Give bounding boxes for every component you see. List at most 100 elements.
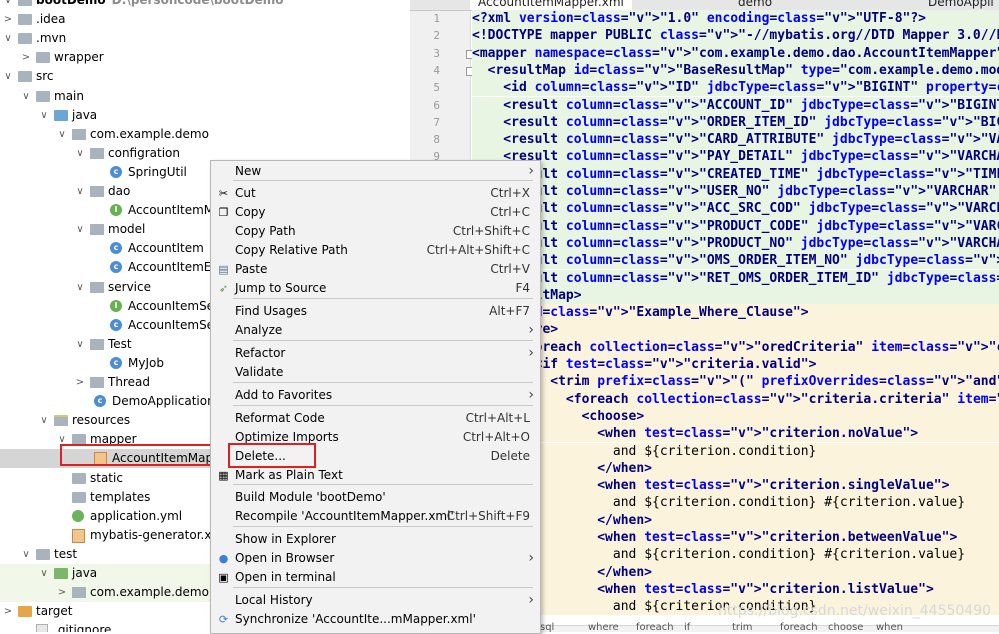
menu-item[interactable]: Copy Path Ctrl+Shift+C <box>211 222 540 241</box>
code-line[interactable]: <when test=class="v">"criterion.listValu… <box>472 580 999 599</box>
menu-item[interactable]: Find Usages Alt+F7 <box>211 302 540 321</box>
chevron-right-icon[interactable]: > <box>74 373 86 392</box>
code-line[interactable]: and ${criterion.condition} #{criterion.v… <box>472 494 999 512</box>
menu-item[interactable]: ● Open in Browser › <box>211 549 540 568</box>
chevron-right-icon[interactable]: > <box>20 48 32 67</box>
tree-item[interactable]: ∨ bootDemo D:\personcode\bootDemo <box>0 0 410 10</box>
code-line[interactable]: <foreach collection=class="v">"oredCrite… <box>472 338 999 356</box>
code-line[interactable]: <result column=class="v">"ORDER_ITEM_ID"… <box>472 113 999 132</box>
code-line[interactable]: </when> <box>472 459 999 478</box>
code-area[interactable]: <?xml version=class="v">"1.0" encoding=c… <box>472 10 999 625</box>
code-line[interactable]: <if test=class="v">"criteria.valid"> <box>472 356 999 374</box>
menu-item[interactable]: Copy Relative Path Ctrl+Alt+Shift+C <box>211 241 540 260</box>
menu-item[interactable]: Reformat Code Ctrl+Alt+L <box>211 409 540 428</box>
chevron-down-icon[interactable]: ∨ <box>74 182 86 201</box>
chevron-right-icon[interactable]: > <box>2 10 14 29</box>
chevron-down-icon[interactable]: ∨ <box>74 278 86 297</box>
chevron-down-icon[interactable]: ∨ <box>74 335 86 354</box>
code-line[interactable]: <result column=class="v">"OMS_ORDER_ITEM… <box>472 252 999 270</box>
code-line[interactable]: </resultMap> <box>472 286 999 305</box>
menu-item[interactable]: Validate <box>211 363 540 382</box>
code-line[interactable]: <foreach collection=class="v">"criteria.… <box>472 390 999 408</box>
chevron-right-icon[interactable]: > <box>56 583 68 602</box>
chevron-down-icon[interactable]: ∨ <box>74 144 86 163</box>
breadcrumb-item[interactable]: foreach <box>780 622 818 632</box>
tree-item[interactable]: ∨ com.example.demo <box>0 125 410 144</box>
tree-item[interactable]: ∨ java <box>0 106 410 125</box>
code-line[interactable]: <sql id=class="v">"Example_Where_Clause"… <box>472 304 999 322</box>
menu-item[interactable]: ❐ Copy Ctrl+C <box>211 203 540 222</box>
chevron-down-icon[interactable]: ∨ <box>38 411 50 430</box>
breadcrumb-item[interactable]: where <box>588 622 619 632</box>
editor-tab[interactable]: DemoAppli <box>920 0 999 10</box>
code-line[interactable]: <when test=class="v">"criterion.noValue"… <box>472 425 999 443</box>
tree-item[interactable]: ∨ main <box>0 87 410 106</box>
breadcrumb-item[interactable]: trim <box>732 622 753 632</box>
menu-item[interactable]: ▤ Paste Ctrl+V <box>211 260 540 279</box>
code-line[interactable]: <result column=class="v">"USER_NO" jdbcT… <box>472 183 999 201</box>
breadcrumb-item[interactable]: if <box>684 622 690 632</box>
chevron-down-icon[interactable]: ∨ <box>2 67 14 86</box>
code-line[interactable]: and ${criterion.condition} <box>472 442 999 460</box>
code-line[interactable]: <when test=class="v">"criterion.singleVa… <box>472 477 999 495</box>
menu-item[interactable]: Analyze › <box>211 321 540 340</box>
code-line[interactable]: <result column=class="v">"ACC_SRC_COD" j… <box>472 200 999 218</box>
code-line[interactable]: <trim prefix=class="v">"(" prefixOverrid… <box>472 373 999 391</box>
menu-item[interactable]: Local History › <box>211 591 540 610</box>
chevron-down-icon[interactable]: ∨ <box>2 0 14 10</box>
editor-tab[interactable]: demo <box>730 0 780 10</box>
tree-item[interactable]: > .idea <box>0 10 410 29</box>
tree-item[interactable]: > wrapper <box>0 48 410 67</box>
code-line[interactable]: <result column=class="v">"PAY_DETAIL" jd… <box>472 148 999 166</box>
code-line[interactable]: <?xml version=class="v">"1.0" encoding=c… <box>472 10 999 28</box>
code-line[interactable]: <choose> <box>472 407 999 426</box>
chevron-down-icon[interactable]: ∨ <box>74 220 86 239</box>
menu-item[interactable]: New › <box>211 162 540 181</box>
menu-item[interactable]: ✂ Cut Ctrl+X <box>211 184 540 203</box>
code-line[interactable]: <id column=class="v">"ID" jdbcType=class… <box>472 79 999 97</box>
menu-item[interactable]: ▣ Open in terminal <box>211 568 540 587</box>
chevron-down-icon[interactable]: ∨ <box>20 87 32 106</box>
code-line[interactable]: <result column=class="v">"PRODUCT_CODE" … <box>472 217 999 235</box>
tree-item-label: configration <box>108 145 180 160</box>
breadcrumb-item[interactable]: choose <box>828 622 863 632</box>
chevron-down-icon[interactable]: ∨ <box>2 29 14 48</box>
chevron-right-icon[interactable]: > <box>2 602 14 621</box>
menu-item[interactable]: Build Module 'bootDemo' <box>211 488 540 507</box>
code-line[interactable]: <result column=class="v">"PRODUCT_NO" jd… <box>472 234 999 253</box>
menu-item[interactable]: Add to Favorites › <box>211 386 540 405</box>
code-line[interactable]: </when> <box>472 563 999 581</box>
tree-item[interactable]: ∨ .mvn <box>0 29 410 48</box>
code-line[interactable]: and ${criterion.condition} #{criterion.v… <box>472 546 999 564</box>
menu-item[interactable]: Recompile 'AccountItemMapper.xml' Ctrl+Sh… <box>211 507 540 526</box>
code-line[interactable]: <!DOCTYPE mapper PUBLIC class="v">"-//my… <box>472 27 999 45</box>
breadcrumb-item[interactable]: sql <box>540 622 554 632</box>
menu-item[interactable]: Refactor › <box>211 344 540 363</box>
class-icon: c <box>110 356 122 369</box>
menu-item[interactable]: ➶ Jump to Source F4 <box>211 279 540 298</box>
chevron-down-icon[interactable]: ∨ <box>56 125 68 144</box>
code-line[interactable]: <resultMap id=class="v">"BaseResultMap" … <box>472 61 999 80</box>
menu-item-shortcut: Ctrl+Alt+L <box>465 411 530 425</box>
menu-item[interactable]: Show in Explorer <box>211 530 540 549</box>
code-line[interactable]: <when test=class="v">"criterion.betweenV… <box>472 529 999 547</box>
code-line[interactable]: </when> <box>472 511 999 529</box>
code-line[interactable]: <mapper namespace=class="v">"com.example… <box>472 44 999 62</box>
code-line[interactable]: <result column=class="v">"CREATED_TIME" … <box>472 165 999 183</box>
watermark: https://blog.csdn.net/weixin_44550490 <box>718 603 992 619</box>
chevron-down-icon[interactable]: ∨ <box>38 564 50 583</box>
code-line[interactable]: <result column=class="v">"RET_OMS_ORDER_… <box>472 269 999 287</box>
code-line[interactable]: <result column=class="v">"CARD_ATTRIBUTE… <box>472 131 999 149</box>
breadcrumb-item[interactable]: foreach <box>636 622 674 632</box>
tree-item[interactable]: ∨ src <box>0 67 410 86</box>
code-line[interactable]: <where> <box>472 321 999 339</box>
chevron-down-icon[interactable]: ∨ <box>38 106 50 125</box>
code-line[interactable]: <result column=class="v">"ACCOUNT_ID" jd… <box>472 96 999 114</box>
menu-item[interactable]: ⟳ Synchronize 'AccountIte...mMapper.xml' <box>211 610 540 629</box>
tree-item-label: mybatis-generator.xml <box>90 527 227 542</box>
chevron-down-icon[interactable]: ∨ <box>20 545 32 564</box>
submenu-arrow-icon: › <box>528 592 534 608</box>
menu-item[interactable]: ▦ Mark as Plain Text <box>211 466 540 485</box>
breadcrumb-item[interactable]: when <box>876 622 903 632</box>
menu-item-shortcut: Ctrl+V <box>490 262 530 276</box>
